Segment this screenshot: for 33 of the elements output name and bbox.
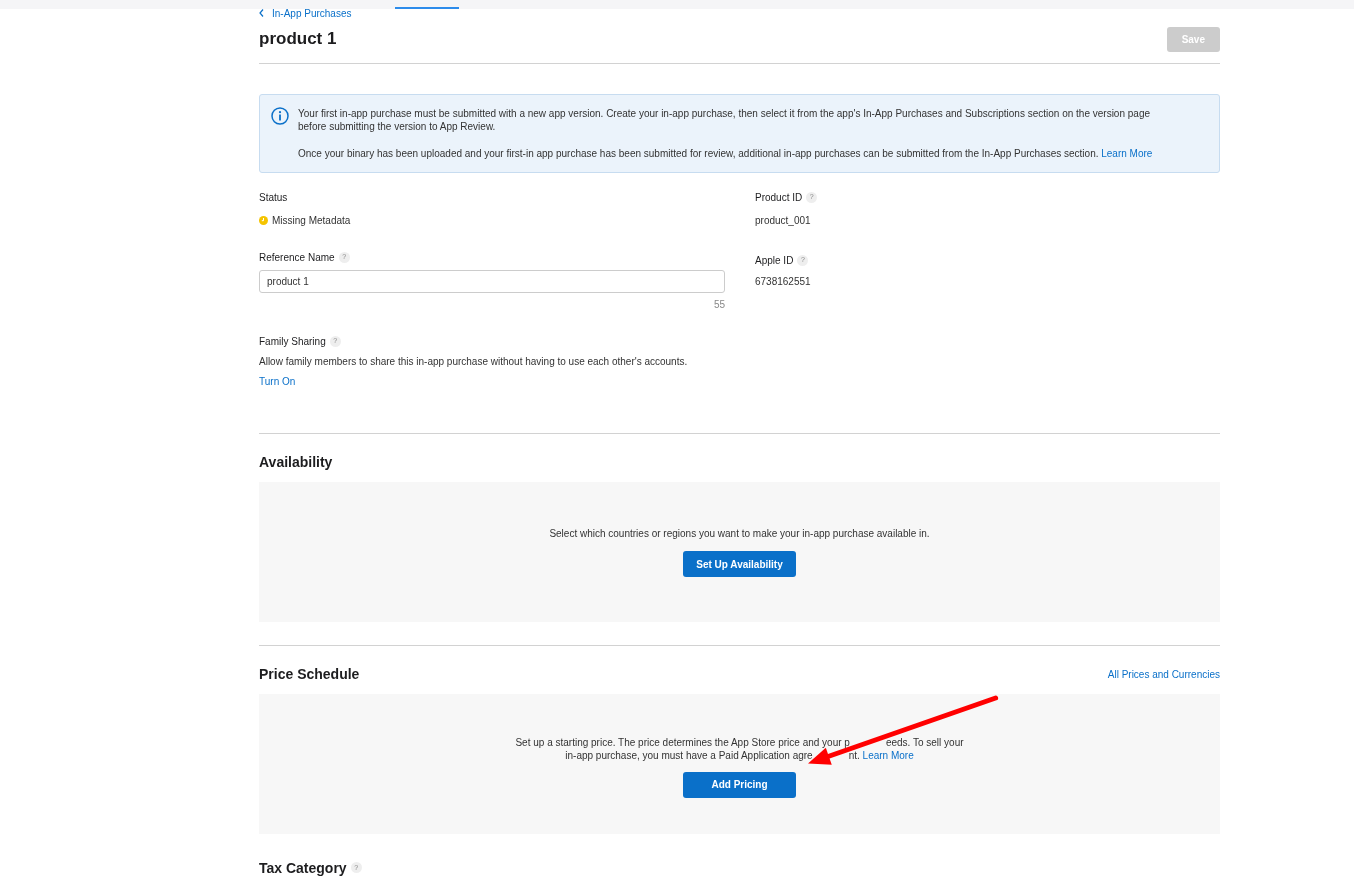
product-id-value: product_001 <box>755 214 812 228</box>
section-heading: Tax Category <box>259 859 347 877</box>
character-counter: 55 <box>713 298 725 312</box>
turn-on-link[interactable]: Turn On <box>259 374 296 389</box>
field-label: Family Sharing <box>259 335 326 349</box>
status-value: Missing Metadata <box>272 214 351 228</box>
field-label: Product ID <box>755 191 803 205</box>
all-prices-link[interactable]: All Prices and Currencies <box>1107 666 1220 682</box>
reference-name-field[interactable]: product 1 <box>259 270 725 293</box>
availability-text: Select which countries or regions you want to make your in-app purchase available in. <box>549 527 930 542</box>
learn-more-link[interactable]: Learn More <box>862 749 914 761</box>
page-title: product 1 <box>259 29 337 50</box>
active-tab-indicator <box>395 7 459 9</box>
pricing-text: Set up a starting price. The price determines the App Store price and your p <box>515 736 850 748</box>
pricing-text: nt. <box>848 749 860 761</box>
pricing-text: eeds. To sell your <box>885 736 964 748</box>
set-up-availability-button[interactable]: Set Up Availability <box>683 551 796 578</box>
section-heading: Availability <box>259 454 333 471</box>
info-icon <box>271 107 289 125</box>
field-label: Reference Name <box>259 251 335 265</box>
field-label: Apple ID <box>755 254 794 268</box>
field-label: Status <box>259 191 288 205</box>
back-chevron-icon[interactable] <box>259 9 264 17</box>
breadcrumb-link[interactable]: In-App Purchases <box>272 5 352 21</box>
status-clock-icon <box>259 216 268 225</box>
notice-text: Your first in-app purchase must be submitted with a new app version. Create your in-app purchase, then select it from the app's In-App Purchases and Subscriptions section on the version page before submitting the version to App Review. <box>298 107 1151 133</box>
learn-more-link[interactable]: Learn More <box>1101 148 1153 159</box>
notice-text: Once your binary has been uploaded and your first-in app purchase has been submitted for review, additional in-app purchases can be submitted from the In-App Purchases section. Learn More <box>298 147 1154 160</box>
add-pricing-button[interactable]: Add Pricing <box>683 771 796 798</box>
family-sharing-description: Allow family members to share this in-app purchase without having to use each other's accounts. <box>259 355 689 369</box>
apple-id-value: 6738162551 <box>755 275 812 289</box>
pricing-text: in-app purchase, you must have a Paid Application agre <box>565 749 813 761</box>
section-heading: Price Schedule <box>259 665 360 683</box>
